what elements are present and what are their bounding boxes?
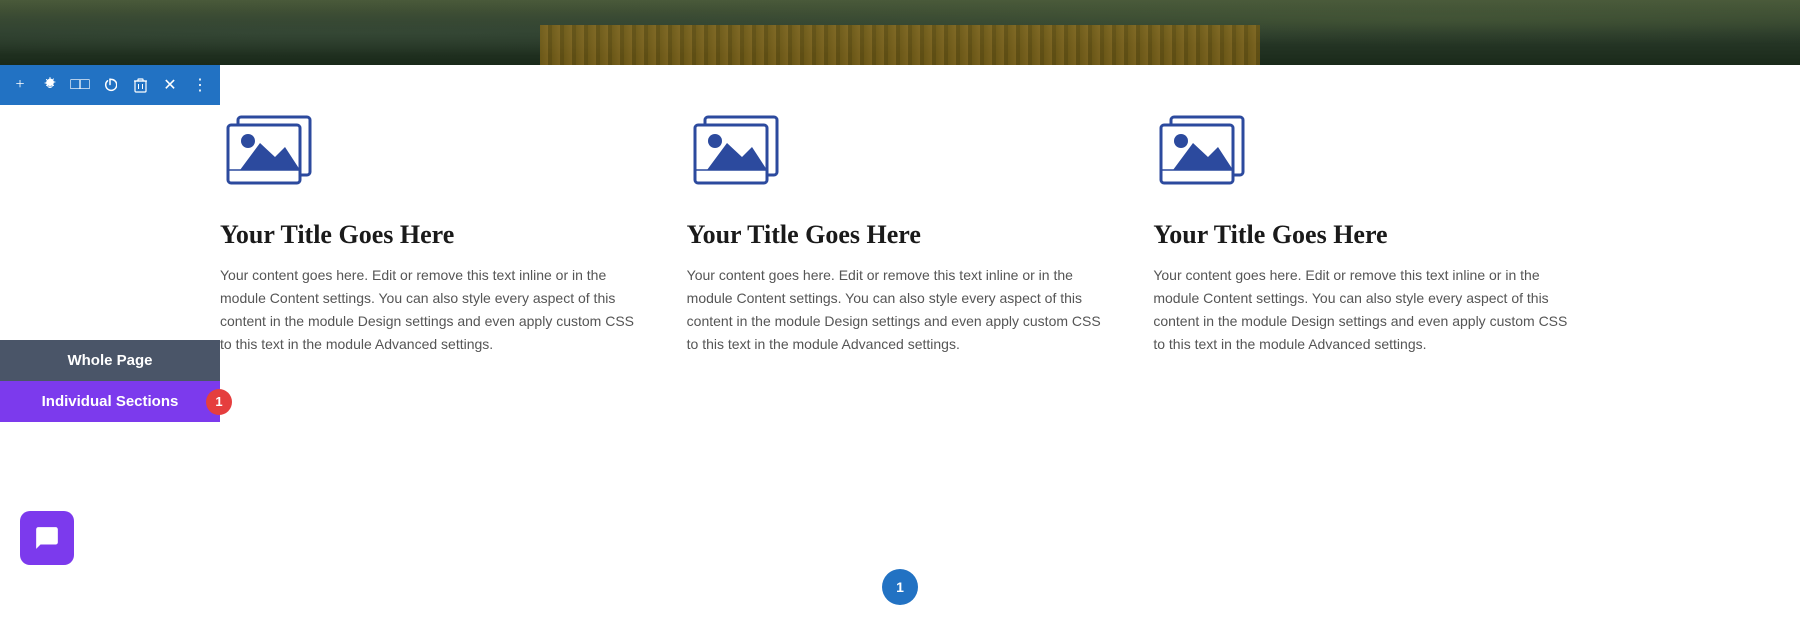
column-3-title: Your Title Goes Here	[1153, 220, 1387, 250]
toolbar: + □□ ✕ ⋮	[0, 65, 220, 105]
top-banner	[0, 0, 1800, 65]
floating-action-button[interactable]	[20, 511, 74, 565]
column-1-title: Your Title Goes Here	[220, 220, 454, 250]
columns-container: Your Title Goes Here Your content goes h…	[220, 105, 1580, 356]
more-options-icon[interactable]: ⋮	[188, 73, 212, 97]
individual-sections-button[interactable]: Individual Sections 1	[0, 381, 220, 422]
main-content: Your Title Goes Here Your content goes h…	[0, 65, 1800, 625]
column-1-text: Your content goes here. Edit or remove t…	[220, 264, 647, 356]
side-panel: Whole Page Individual Sections 1	[0, 340, 220, 422]
column-3-text: Your content goes here. Edit or remove t…	[1153, 264, 1580, 356]
column-2-title: Your Title Goes Here	[687, 220, 921, 250]
close-icon[interactable]: ✕	[158, 73, 182, 97]
image-placeholder-2	[687, 105, 797, 200]
settings-icon[interactable]	[38, 73, 62, 97]
image-placeholder-1	[220, 105, 330, 200]
column-1: Your Title Goes Here Your content goes h…	[220, 105, 647, 356]
trash-icon[interactable]	[128, 73, 152, 97]
individual-sections-badge: 1	[206, 389, 232, 415]
image-placeholder-3	[1153, 105, 1263, 200]
column-2: Your Title Goes Here Your content goes h…	[687, 105, 1114, 356]
whole-page-button[interactable]: Whole Page	[0, 340, 220, 381]
column-3: Your Title Goes Here Your content goes h…	[1153, 105, 1580, 356]
power-icon[interactable]	[98, 73, 122, 97]
add-icon[interactable]: +	[8, 73, 32, 97]
individual-sections-label: Individual Sections	[42, 393, 179, 410]
column-2-text: Your content goes here. Edit or remove t…	[687, 264, 1114, 356]
pagination-indicator[interactable]: 1	[882, 569, 918, 605]
duplicate-icon[interactable]: □□	[68, 73, 92, 97]
